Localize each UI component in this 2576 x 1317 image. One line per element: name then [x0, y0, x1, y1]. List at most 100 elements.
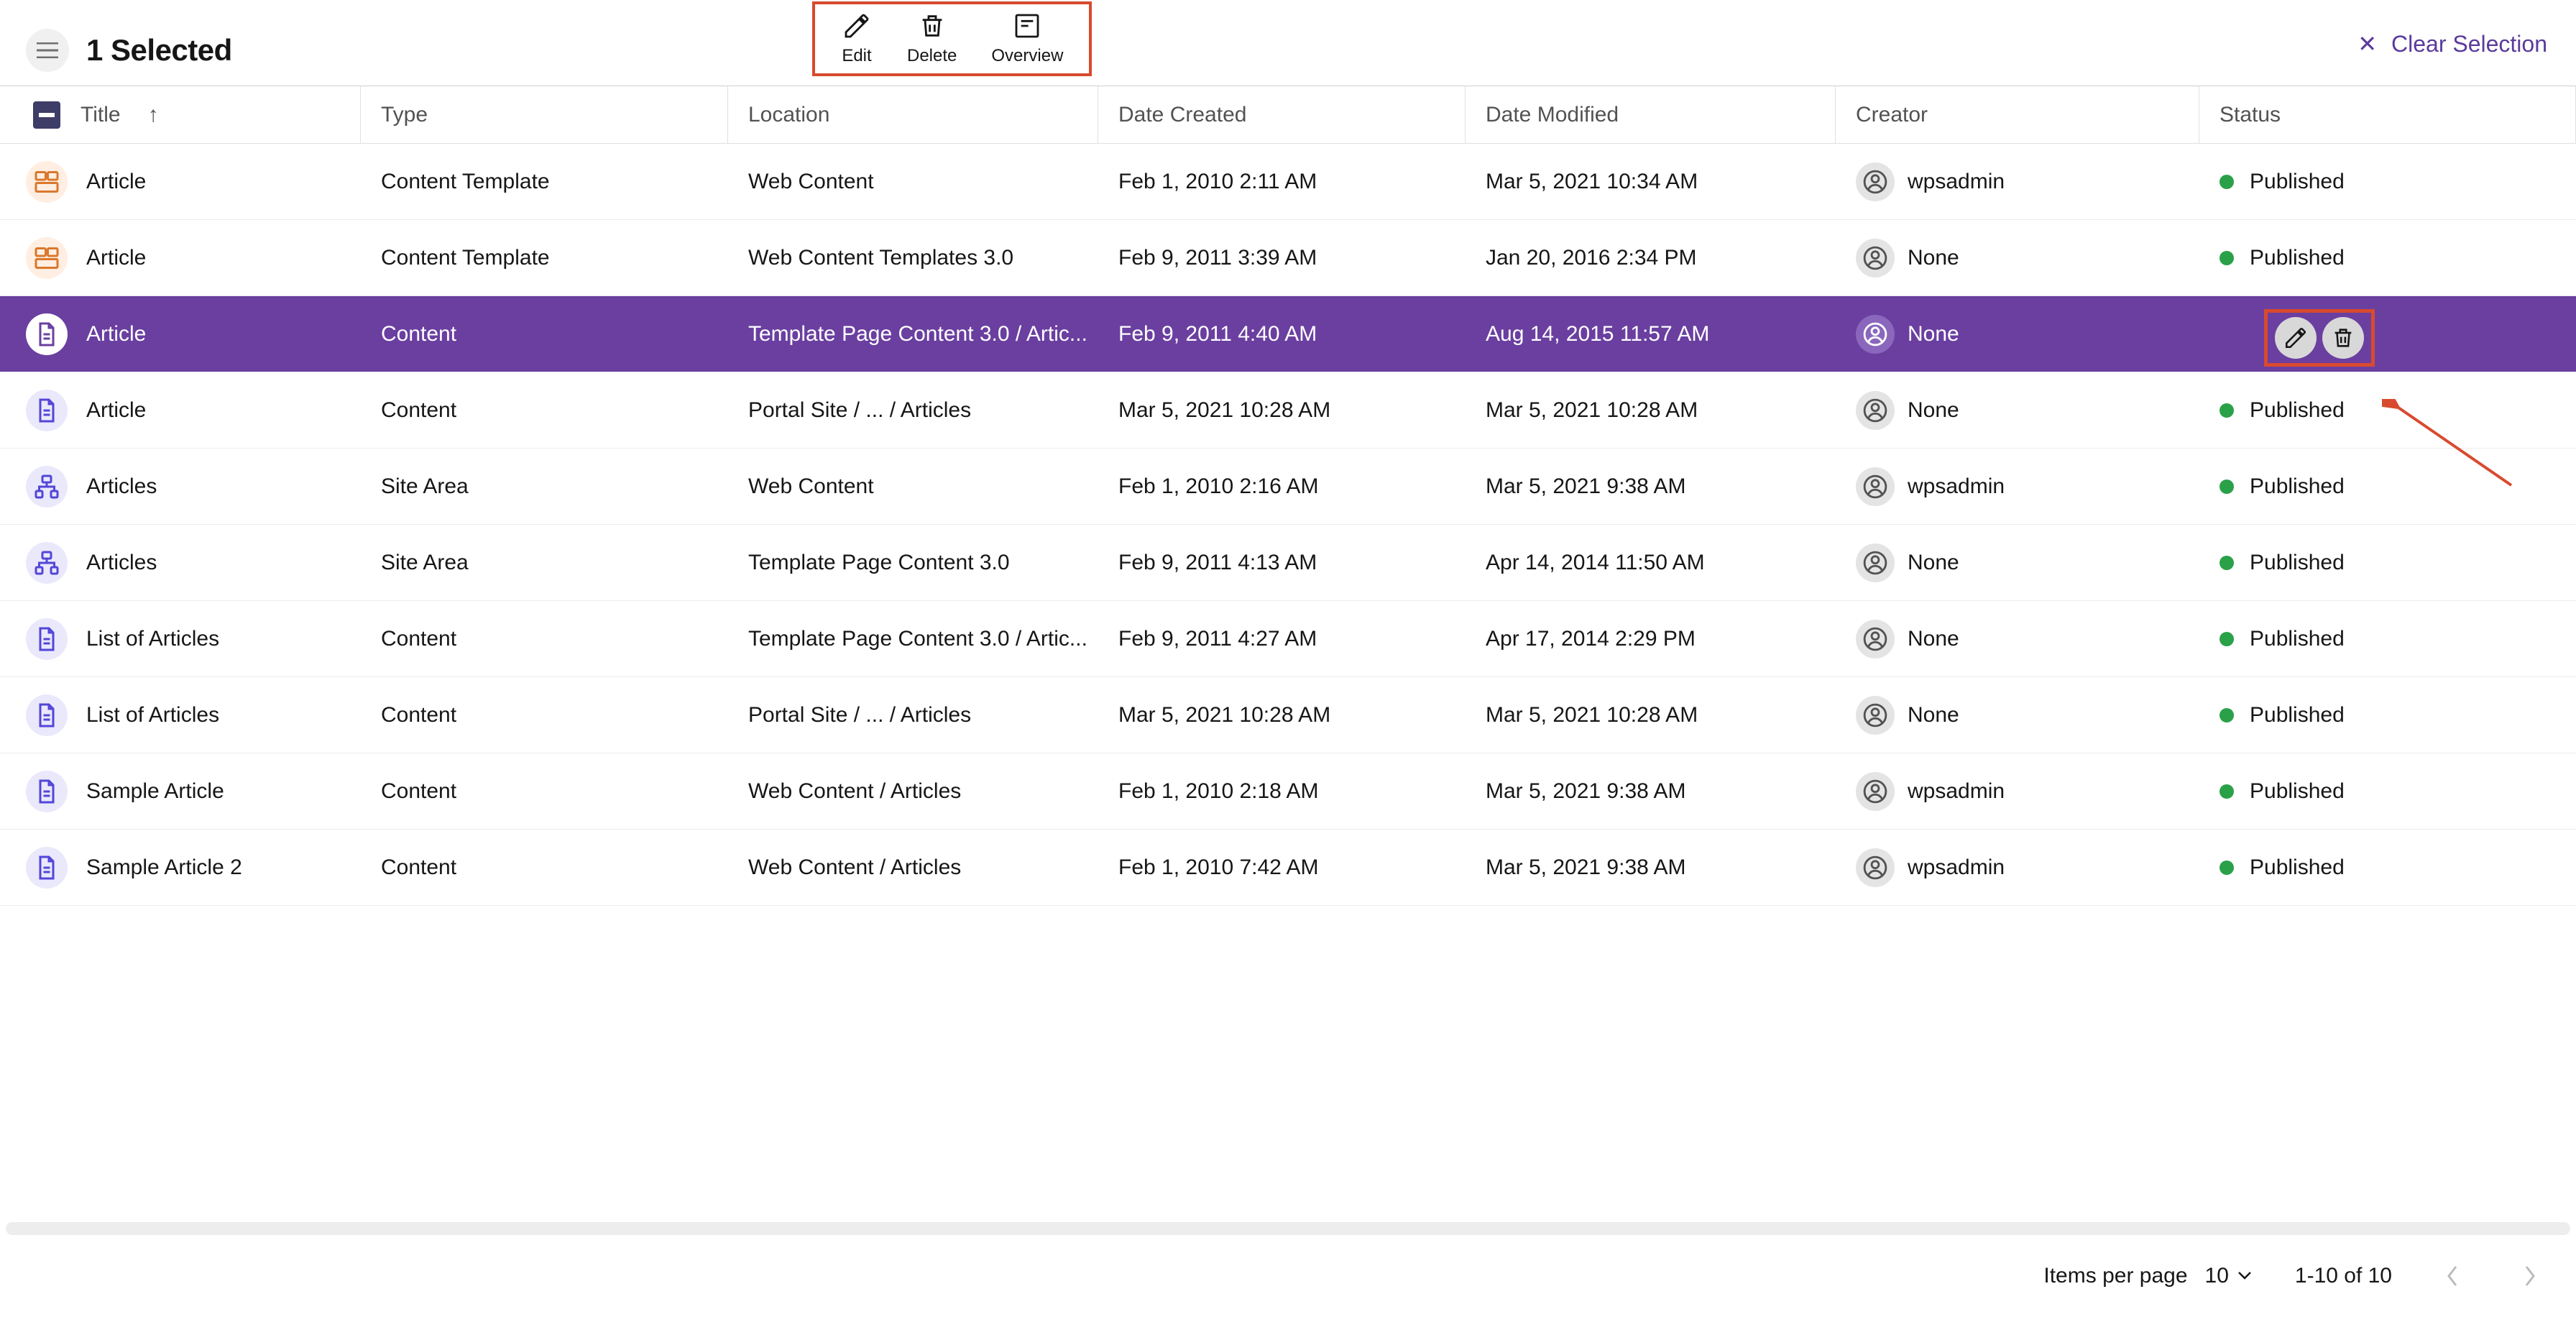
table-header: Title ↑ Type Location Date Created Date … — [0, 86, 2576, 144]
cell-date-created: Mar 5, 2021 10:28 AM — [1098, 398, 1466, 423]
table-row[interactable]: ArticleContent TemplateWeb ContentFeb 1,… — [0, 144, 2576, 220]
cell-date-created: Feb 9, 2011 4:40 AM — [1098, 322, 1466, 347]
items-per-page-label: Items per page — [2043, 1264, 2187, 1288]
user-avatar-icon — [1856, 315, 1895, 354]
creator-name: None — [1908, 703, 1959, 728]
cell-creator: wpsadmin — [1836, 162, 2199, 201]
col-location[interactable]: Location — [728, 86, 1098, 143]
edit-label: Edit — [842, 46, 871, 66]
trash-icon — [916, 10, 948, 42]
row-title: List of Articles — [86, 703, 219, 728]
user-avatar-icon — [1856, 239, 1895, 277]
col-location-label: Location — [748, 103, 829, 127]
delete-action[interactable]: Delete — [907, 10, 957, 66]
table-row[interactable]: Sample ArticleContentWeb Content / Artic… — [0, 753, 2576, 830]
cell-date-modified: Apr 17, 2014 2:29 PM — [1466, 627, 1836, 651]
cell-type: Content — [361, 627, 728, 651]
cell-title: Article — [0, 237, 361, 279]
cell-status: Published — [2199, 398, 2576, 423]
cell-location: Template Page Content 3.0 / Artic... — [728, 627, 1098, 651]
cell-creator: None — [1836, 696, 2199, 735]
cell-location: Web Content Templates 3.0 — [728, 246, 1098, 270]
status-dot-icon — [2220, 403, 2234, 418]
overview-label: Overview — [991, 46, 1063, 66]
status-dot-icon — [2220, 175, 2234, 189]
cell-creator: wpsadmin — [1836, 848, 2199, 887]
table-row[interactable]: Article Content TemplateWeb Content Templ… — [0, 220, 2576, 296]
content-icon — [26, 618, 68, 660]
selection-left: 1 Selected — [0, 0, 254, 86]
table-row[interactable]: Sample Article 2ContentWeb Content / Art… — [0, 830, 2576, 906]
cell-date-modified: Mar 5, 2021 9:38 AM — [1466, 855, 1836, 880]
row-edit-button[interactable] — [2275, 317, 2317, 359]
cell-title: Article — [0, 390, 361, 431]
cell-date-modified: Apr 14, 2014 11:50 AM — [1466, 551, 1836, 575]
col-date-created-label: Date Created — [1118, 103, 1246, 127]
status-text: Published — [2250, 474, 2345, 499]
col-status-label: Status — [2220, 103, 2281, 127]
table-row[interactable]: List of ArticlesContentTemplate Page Con… — [0, 601, 2576, 677]
items-per-page-select[interactable]: 10 — [2205, 1264, 2252, 1288]
clear-selection-label: Clear Selection — [2391, 31, 2547, 58]
content-icon — [26, 847, 68, 889]
row-title: Article — [86, 246, 146, 270]
cell-date-modified: Jan 20, 2016 2:34 PM — [1466, 246, 1836, 270]
status-dot-icon — [2220, 784, 2234, 799]
cell-type: Content Template — [361, 170, 728, 194]
status-dot-icon — [2220, 632, 2234, 646]
edit-action[interactable]: Edit — [841, 10, 873, 66]
user-avatar-icon — [1856, 391, 1895, 430]
cell-type: Content — [361, 398, 728, 423]
col-creator[interactable]: Creator — [1836, 86, 2199, 143]
pagination-range: 1-10 of 10 — [2295, 1264, 2392, 1288]
clear-selection-button[interactable]: ✕ Clear Selection — [2358, 30, 2547, 58]
status-text: Published — [2250, 398, 2345, 423]
horizontal-scrollbar[interactable] — [6, 1222, 2570, 1235]
cell-title: Sample Article 2 — [0, 847, 361, 889]
overview-icon — [1011, 10, 1043, 42]
user-avatar-icon — [1856, 543, 1895, 582]
chevron-down-icon — [2237, 1271, 2252, 1281]
creator-name: wpsadmin — [1908, 474, 2005, 499]
cell-type: Content Template — [361, 246, 728, 270]
close-icon: ✕ — [2358, 30, 2377, 58]
creator-name: wpsadmin — [1908, 170, 2005, 194]
col-title[interactable]: Title ↑ — [0, 86, 361, 143]
cell-type: Content — [361, 322, 728, 347]
creator-name: None — [1908, 627, 1959, 651]
status-text: Published — [2250, 855, 2345, 880]
col-status[interactable]: Status — [2199, 86, 2576, 143]
edit-icon — [2283, 326, 2308, 350]
indeterminate-checkbox[interactable] — [33, 101, 60, 129]
next-page-button[interactable] — [2513, 1259, 2547, 1293]
cell-date-modified: Aug 14, 2015 11:57 AM — [1466, 322, 1836, 347]
col-type[interactable]: Type — [361, 86, 728, 143]
table-row[interactable]: ArticleContentTemplate Page Content 3.0 … — [0, 296, 2576, 372]
user-avatar-icon — [1856, 696, 1895, 735]
creator-name: None — [1908, 322, 1959, 347]
cell-status: Published — [2199, 703, 2576, 728]
creator-name: None — [1908, 246, 1959, 270]
status-text: Published — [2250, 170, 2345, 194]
row-delete-button[interactable] — [2322, 317, 2364, 359]
cell-creator: None — [1836, 239, 2199, 277]
row-title: Article — [86, 170, 146, 194]
cell-title: List of Articles — [0, 618, 361, 660]
row-title: Article — [86, 322, 146, 347]
prev-page-button[interactable] — [2435, 1259, 2470, 1293]
table-row[interactable]: ArticleContentPortal Site / ... / Articl… — [0, 372, 2576, 449]
col-date-created[interactable]: Date Created — [1098, 86, 1466, 143]
user-avatar-icon — [1856, 467, 1895, 506]
cell-creator: None — [1836, 391, 2199, 430]
table-row[interactable]: ArticlesSite AreaTemplate Page Content 3… — [0, 525, 2576, 601]
user-avatar-icon — [1856, 772, 1895, 811]
col-title-label: Title — [80, 103, 121, 127]
table-row[interactable]: ArticlesSite AreaWeb ContentFeb 1, 2010 … — [0, 449, 2576, 525]
cell-status: Published — [2199, 551, 2576, 575]
list-style-toggle[interactable] — [26, 29, 69, 72]
row-title: Sample Article — [86, 779, 224, 804]
col-date-modified[interactable]: Date Modified — [1466, 86, 1836, 143]
overview-action[interactable]: Overview — [991, 10, 1063, 66]
cell-location: Web Content — [728, 170, 1098, 194]
table-row[interactable]: List of ArticlesContentPortal Site / ...… — [0, 677, 2576, 753]
